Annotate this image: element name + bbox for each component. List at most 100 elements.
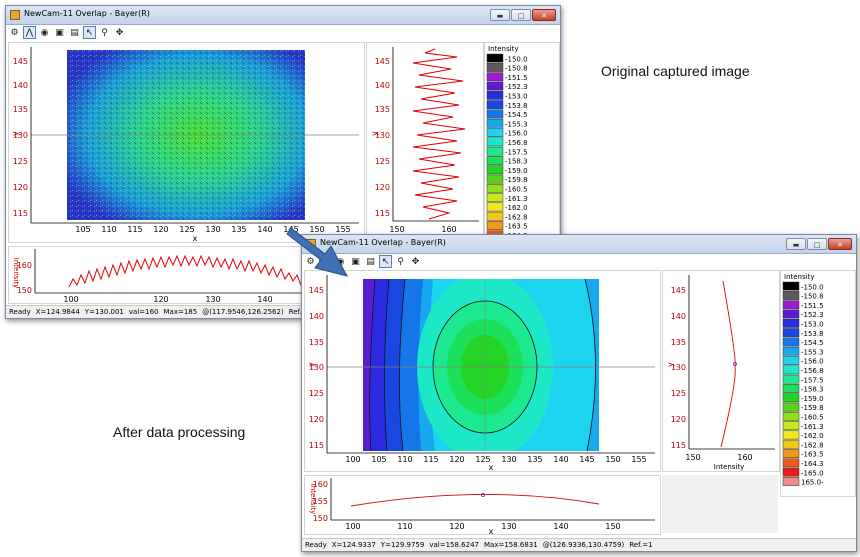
svg-text:140: 140 bbox=[671, 312, 686, 321]
maximize-button[interactable]: □ bbox=[807, 238, 827, 250]
legend-swatch bbox=[486, 202, 504, 212]
legend-label: -151.5 bbox=[801, 302, 824, 310]
horizontal-profile[interactable]: 160 155 150 Intensity 100 110 120 130 14… bbox=[304, 475, 661, 536]
status-bar: Ready X=124.9337 Y=129.9759 val=158.6247 Max… bbox=[302, 538, 856, 551]
legend-label: -155.3 bbox=[801, 348, 824, 356]
legend-label: -152.3 bbox=[505, 83, 528, 91]
legend-swatch bbox=[486, 72, 504, 82]
legend-swatch bbox=[782, 458, 800, 468]
zoom-icon[interactable]: ⚲ bbox=[394, 255, 407, 268]
legend-label: -153.0 bbox=[505, 93, 528, 101]
profile-icon[interactable]: ⋀ bbox=[23, 26, 36, 39]
annotation-original: Original captured image bbox=[601, 63, 750, 79]
legend-label: -162.8 bbox=[505, 213, 528, 221]
legend-label: 165.0- bbox=[801, 479, 824, 487]
legend-label: -162.0 bbox=[505, 204, 528, 212]
image-icon[interactable]: ▣ bbox=[53, 26, 66, 39]
svg-text:125: 125 bbox=[671, 389, 686, 398]
legend-label: -150.8 bbox=[801, 293, 824, 301]
legend-label: -160.5 bbox=[505, 186, 528, 194]
svg-text:120: 120 bbox=[449, 455, 464, 464]
svg-text:x: x bbox=[489, 527, 494, 534]
legend-swatch bbox=[782, 467, 800, 477]
legend-swatch bbox=[782, 356, 800, 365]
svg-text:145: 145 bbox=[671, 286, 686, 295]
svg-text:135: 135 bbox=[13, 105, 28, 114]
svg-text:100: 100 bbox=[63, 295, 78, 303]
title-bar[interactable]: NewCam-11 Overlap - Bayer(R) ▬ □ ✕ bbox=[6, 6, 560, 25]
legend-label: -156.8 bbox=[505, 139, 528, 147]
image-plot[interactable]: 145 140 135 130 125 120 115 y 105 110 11… bbox=[8, 42, 365, 243]
legend-label: -165.0 bbox=[801, 469, 824, 477]
side-profile[interactable]: 145 140 135 130 125 120 115 y 150 160 In… bbox=[366, 42, 484, 243]
legend-swatch bbox=[486, 53, 504, 63]
legend-swatch bbox=[782, 477, 800, 486]
legend-swatch bbox=[486, 109, 504, 119]
svg-text:140: 140 bbox=[375, 81, 390, 90]
minimize-button[interactable]: ▬ bbox=[490, 9, 510, 21]
color-legend: Intensity -150.0 -150.8 -151.5 -152.3 -153.0-… bbox=[780, 270, 856, 497]
legend-label: -161.3 bbox=[801, 423, 824, 431]
legend-label: -159.0 bbox=[505, 167, 528, 175]
svg-text:105: 105 bbox=[75, 225, 90, 234]
pointer-icon[interactable]: ↖ bbox=[83, 26, 96, 39]
svg-text:135: 135 bbox=[671, 338, 686, 347]
side-profile[interactable]: 145 140 135 130 125 120 115 y 150 160 In… bbox=[662, 270, 780, 472]
settings-icon[interactable]: ⚙ bbox=[8, 26, 21, 39]
legend-label: -150.0 bbox=[505, 55, 528, 63]
legend-label: -157.5 bbox=[801, 376, 824, 384]
legend-swatch bbox=[486, 63, 504, 72]
legend-label: -153.0 bbox=[801, 321, 824, 329]
save-icon[interactable]: ▤ bbox=[364, 255, 377, 268]
svg-text:115: 115 bbox=[423, 455, 438, 464]
svg-text:115: 115 bbox=[127, 225, 142, 234]
legend-swatch bbox=[486, 146, 504, 156]
svg-text:150: 150 bbox=[685, 453, 700, 462]
svg-text:135: 135 bbox=[309, 338, 324, 347]
minimize-button[interactable]: ▬ bbox=[786, 238, 806, 250]
legend-label: -153.8 bbox=[505, 102, 528, 110]
circle-icon[interactable]: ◉ bbox=[38, 26, 51, 39]
legend-swatch bbox=[782, 384, 800, 393]
svg-text:120: 120 bbox=[309, 415, 324, 424]
legend-swatch bbox=[782, 337, 800, 347]
close-button[interactable]: ✕ bbox=[828, 238, 852, 250]
svg-text:140: 140 bbox=[553, 455, 568, 464]
pan-icon[interactable]: ✥ bbox=[113, 26, 126, 39]
close-button[interactable]: ✕ bbox=[532, 9, 556, 21]
legend-swatch bbox=[486, 211, 504, 221]
legend-label: -151.5 bbox=[505, 74, 528, 82]
pan-icon[interactable]: ✥ bbox=[409, 255, 422, 268]
arrow-icon bbox=[286, 227, 348, 277]
legend-swatch bbox=[782, 449, 800, 458]
svg-text:140: 140 bbox=[553, 522, 568, 531]
legend-label: -164.3 bbox=[801, 460, 824, 468]
svg-text:145: 145 bbox=[13, 57, 28, 66]
svg-text:140: 140 bbox=[257, 295, 272, 303]
legend-swatch bbox=[486, 90, 504, 100]
legend-swatch bbox=[486, 193, 504, 203]
svg-text:150: 150 bbox=[313, 514, 328, 523]
legend-label: -156.0 bbox=[801, 358, 824, 366]
legend-label: -162.0 bbox=[801, 432, 824, 440]
title-bar[interactable]: NewCam-11 Overlap - Bayer(R) ▬ □ ✕ bbox=[302, 235, 856, 254]
maximize-button[interactable]: □ bbox=[511, 9, 531, 21]
svg-text:120: 120 bbox=[375, 183, 390, 192]
legend-swatch bbox=[782, 318, 800, 328]
legend-label: -155.3 bbox=[505, 120, 528, 128]
legend-swatch bbox=[782, 346, 800, 356]
svg-text:120: 120 bbox=[13, 183, 28, 192]
zoom-icon[interactable]: ⚲ bbox=[98, 26, 111, 39]
svg-text:y: y bbox=[666, 362, 675, 367]
contour-plot[interactable]: 145 140 135 130 125 120 115 y 100 105 11… bbox=[304, 270, 661, 472]
pointer-icon[interactable]: ↖ bbox=[379, 255, 392, 268]
legend-label: -153.8 bbox=[801, 330, 824, 338]
save-icon[interactable]: ▤ bbox=[68, 26, 81, 39]
legend-swatch bbox=[782, 328, 800, 338]
svg-text:100: 100 bbox=[345, 455, 360, 464]
legend-label: -163.5 bbox=[505, 223, 528, 231]
svg-text:130: 130 bbox=[501, 455, 516, 464]
legend-label: -159.8 bbox=[801, 404, 824, 412]
legend-label: -154.5 bbox=[505, 111, 528, 119]
legend-label: -150.0 bbox=[801, 283, 824, 291]
